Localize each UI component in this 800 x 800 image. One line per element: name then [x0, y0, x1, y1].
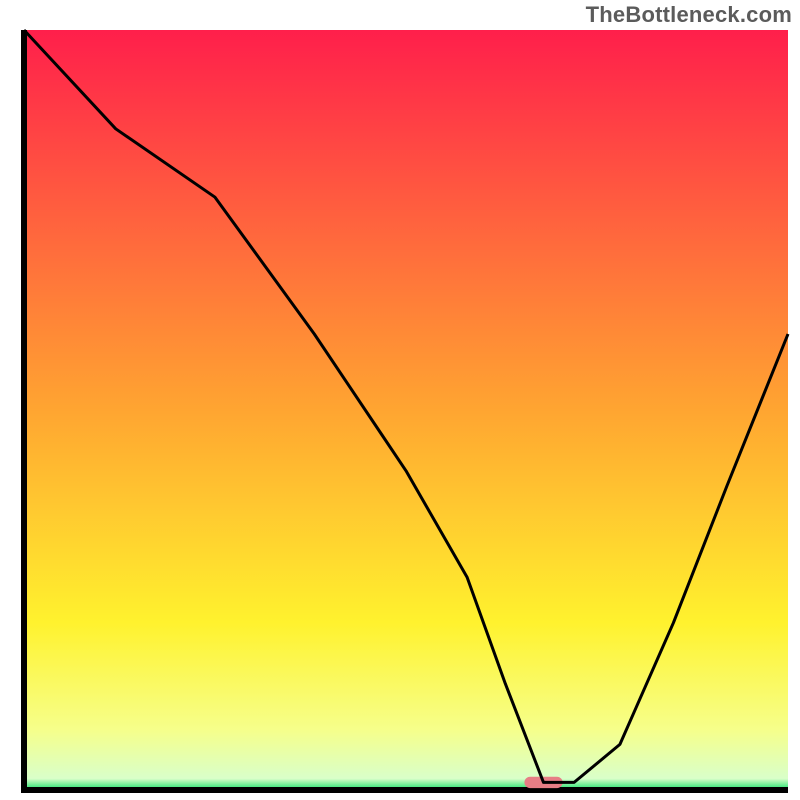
- watermark-text: TheBottleneck.com: [586, 2, 792, 28]
- bottleneck-chart: [0, 0, 800, 800]
